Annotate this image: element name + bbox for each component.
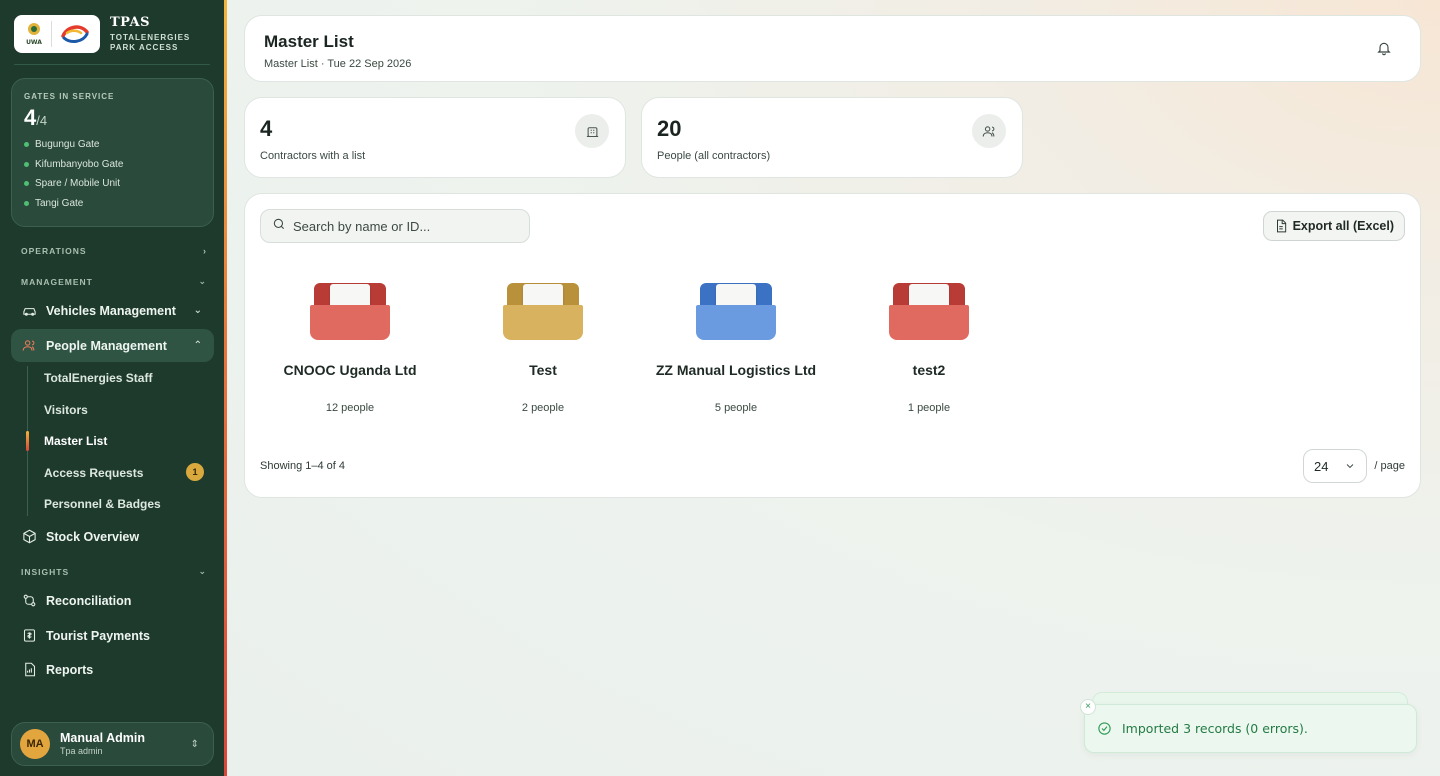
check-circle-icon [1098,722,1111,735]
status-dot-icon [24,200,29,206]
page-size-select[interactable]: 24 [1303,449,1367,483]
chevron-right-icon: › [203,246,207,256]
status-dot-icon [24,161,29,167]
page-subtitle: Master List · Tue 22 Sep 2026 [264,58,412,70]
page-header: Master List Master List · Tue 22 Sep 202… [244,15,1421,82]
gates-label: GATES IN SERVICE [24,92,115,101]
access-requests-badge: 1 [186,463,204,481]
gate-item: Kifumbanyobo Gate [24,155,201,175]
subnav-master-list[interactable]: Master List [44,434,107,448]
nav-stock-overview[interactable]: Stock Overview [11,520,214,553]
users-icon [972,114,1006,148]
folder-name: ZZ Manual Logistics Ltd [655,362,817,378]
chevron-up-icon: ⌃ [193,340,202,351]
folder-name: CNOOC Uganda Ltd [283,362,417,378]
totalenergies-logo-icon [61,25,89,43]
brand: UWA TPAS TOTALENERGIES PARK ACCESS [14,15,190,53]
contractor-folder[interactable]: CNOOC Uganda Ltd 12 people [260,280,440,420]
folder-name: Test [529,362,557,378]
chevron-up-down-icon: ⇕ [190,738,199,750]
close-icon[interactable]: × [1080,699,1096,715]
gate-item: Spare / Mobile Unit [24,174,201,194]
page-title: Master List [264,32,354,51]
search-icon [272,217,286,236]
nav-reconciliation[interactable]: Reconciliation [11,584,214,617]
contractor-folder[interactable]: Test 2 people [453,280,633,420]
user-menu[interactable]: MA Manual Admin Tpa admin ⇕ [11,722,214,766]
folder-icon [696,280,776,340]
sidebar: UWA TPAS TOTALENERGIES PARK ACCESS GATES… [0,0,224,776]
subnav-access-requests[interactable]: Access Requests [44,466,143,480]
subnav-totalenergies-staff[interactable]: TotalEnergies Staff [44,371,152,385]
nav-vehicles-management[interactable]: Vehicles Management ⌄ [11,294,214,327]
export-excel-button[interactable]: Export all (Excel) [1262,211,1405,241]
toast-message: Imported 3 records (0 errors). [1122,721,1308,736]
search-box [260,209,530,243]
nav-people-management[interactable]: People Management ⌃ [11,329,214,362]
stat-value: 20 [657,116,682,141]
stat-value: 4 [260,116,273,141]
folder-icon [889,280,969,340]
toast-notification: × Imported 3 records (0 errors). [1080,699,1417,753]
per-page-label: / page [1374,460,1405,472]
folder-count: 1 people [907,402,951,414]
section-insights[interactable]: INSIGHTS ⌄ [21,566,207,577]
stat-label: People (all contractors) [657,150,771,162]
chevron-down-icon [1344,460,1356,475]
subnav-visitors[interactable]: Visitors [44,403,88,417]
stat-label: Contractors with a list [260,150,366,162]
gate-item: Bugungu Gate [24,135,201,155]
chevron-down-icon: ⌄ [193,305,202,316]
nav-tourist-payments[interactable]: Tourist Payments [11,619,214,652]
git-compare-icon [21,593,37,609]
package-icon [21,529,37,545]
folder-count: 2 people [521,402,565,414]
subnav-personnel-badges[interactable]: Personnel & Badges [44,497,161,511]
search-input[interactable] [293,218,513,234]
brand-subtitle: TOTALENERGIES PARK ACCESS [110,32,191,52]
stat-people: 20 People (all contractors) [641,97,1023,178]
folder-icon [310,280,390,340]
nav-reports[interactable]: Reports [11,653,214,686]
bell-icon[interactable] [1376,40,1394,58]
gate-item: Tangi Gate [24,194,201,214]
folder-name: test2 [912,362,946,378]
folder-count: 5 people [714,402,758,414]
brand-logo: UWA [14,15,100,53]
active-indicator [26,431,29,451]
status-dot-icon [24,181,29,187]
brand-title: TPAS [110,14,150,30]
receipt-icon [21,628,37,644]
gate-list: Bugungu Gate Kifumbanyobo Gate Spare / M… [24,135,201,213]
contractor-folder[interactable]: test2 1 people [839,280,1019,420]
folder-icon [503,280,583,340]
spreadsheet-icon [1276,219,1286,233]
gates-in-service-card: GATES IN SERVICE 4/4 Bugungu Gate Kifumb… [11,78,214,227]
status-dot-icon [24,142,29,148]
users-icon [21,338,37,354]
chevron-down-icon: ⌄ [198,276,207,286]
uwa-logo-icon: UWA [26,23,42,46]
building-icon [575,114,609,148]
gates-count: 4/4 [24,105,48,130]
user-role: Tpa admin [60,746,103,757]
section-operations[interactable]: OPERATIONS › [21,246,207,256]
folder-count: 12 people [325,402,375,414]
contractor-folder[interactable]: ZZ Manual Logistics Ltd 5 people [646,280,826,420]
car-icon [21,303,37,319]
chevron-down-icon: ⌄ [198,566,207,576]
pagination-summary: Showing 1–4 of 4 [260,460,346,472]
user-name: Manual Admin [60,731,145,746]
svg-text:UWA: UWA [26,39,42,46]
stat-contractors: 4 Contractors with a list [244,97,626,178]
report-icon [21,662,37,678]
avatar: MA [20,729,50,759]
section-management[interactable]: MANAGEMENT ⌄ [21,276,207,287]
